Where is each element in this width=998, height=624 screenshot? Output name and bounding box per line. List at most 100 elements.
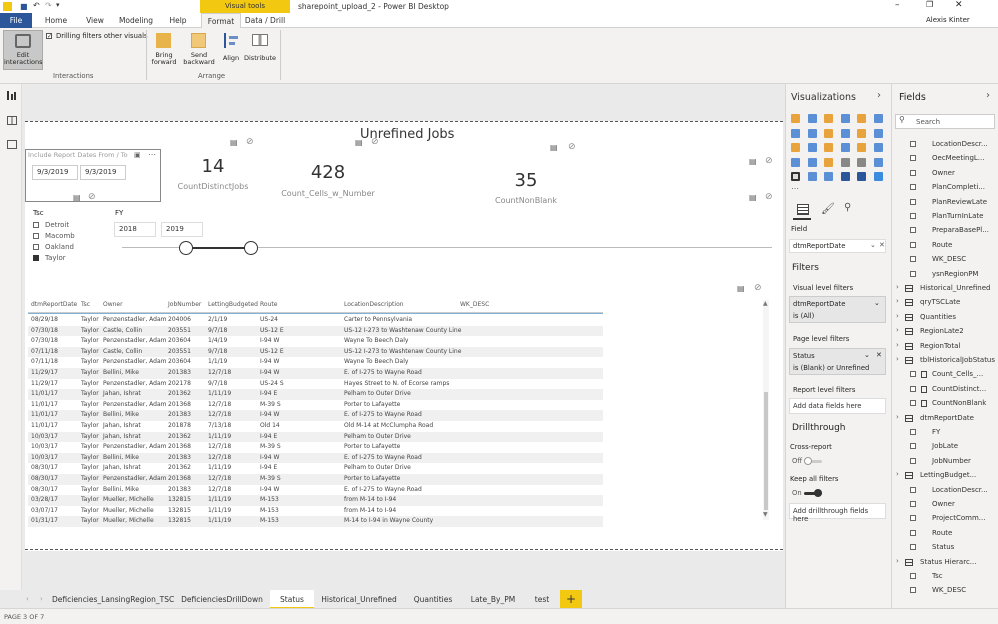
stacked-bar-icon[interactable] <box>791 114 800 123</box>
field-item[interactable]: Owner <box>892 498 997 512</box>
page-tab[interactable]: test <box>527 590 557 610</box>
multirow-card-icon[interactable] <box>840 157 850 167</box>
see-records-icon[interactable]: ▤ <box>355 138 363 147</box>
chevron-down-icon[interactable]: ⌄ <box>870 241 876 249</box>
see-records-icon[interactable]: ▤ <box>749 157 757 166</box>
more-visuals-icon[interactable]: ⋯ <box>791 184 799 193</box>
globe-icon[interactable] <box>873 172 883 181</box>
r-visual-icon[interactable] <box>840 172 850 181</box>
see-records-icon[interactable]: ▤ <box>749 193 757 202</box>
tab-file[interactable]: File <box>0 13 32 28</box>
scroll-up-icon[interactable]: ▲ <box>763 300 768 307</box>
100-bar-icon[interactable] <box>857 114 866 123</box>
cross-report-toggle[interactable] <box>804 457 822 465</box>
send-backward-button[interactable]: Send backward <box>182 31 216 69</box>
undo-icon[interactable]: ↶ <box>33 1 40 10</box>
drilling-filters-checkbox[interactable]: ✓ <box>46 33 52 40</box>
see-records-icon[interactable]: ▤ <box>73 193 81 202</box>
page-tab[interactable]: DeficienciesDrillDown <box>178 590 266 610</box>
table-row[interactable]: 08/30/17 Taylor Jahan, Ishrat 201362 1/11/19… <box>28 463 603 474</box>
column-header[interactable]: Route <box>260 301 277 308</box>
tsc-item-taylor[interactable]: Taylor <box>33 254 103 264</box>
map-icon[interactable] <box>873 143 883 152</box>
field-checkbox[interactable] <box>910 501 916 507</box>
table-row[interactable]: 08/30/17 Taylor Penzenstadler, Adam 201368 1… <box>28 474 603 485</box>
remove-field-icon[interactable]: ✕ <box>879 241 885 249</box>
chevron-down-icon[interactable]: ⌄ <box>864 351 870 359</box>
gauge-icon[interactable] <box>824 157 833 167</box>
expand-chevron-icon[interactable]: › <box>896 557 899 565</box>
align-button[interactable]: Align <box>219 31 243 69</box>
close-icon[interactable]: ✕ <box>955 0 963 10</box>
field-item[interactable]: Route <box>892 239 997 253</box>
fields-search[interactable]: ⚲ Search <box>895 114 995 129</box>
field-checkbox[interactable] <box>910 270 916 277</box>
field-checkbox[interactable] <box>910 515 916 522</box>
field-checkbox[interactable] <box>910 587 916 594</box>
field-checkbox[interactable] <box>910 241 916 248</box>
table-row[interactable]: 07/30/18 Taylor Castle, Collin 203551 9/7/18… <box>28 325 603 337</box>
none-filter-icon[interactable]: ⊘ <box>765 156 773 166</box>
page-tab[interactable]: Late_By_PM <box>463 590 523 610</box>
distribute-button[interactable]: Distribute <box>244 31 276 69</box>
field-item[interactable]: JobLate <box>892 440 997 454</box>
column-header[interactable]: Tsc <box>81 301 90 308</box>
expand-chevron-icon[interactable]: › <box>896 341 899 349</box>
column-header[interactable]: LocationDescription <box>344 301 404 308</box>
waterfall-chart-icon[interactable] <box>791 143 800 152</box>
field-checkbox[interactable] <box>910 141 916 147</box>
table-scrollbar[interactable]: ▲ ▼ <box>763 300 769 520</box>
field-item[interactable]: › tblHistoricalJobStatus <box>892 354 997 368</box>
keep-all-toggle[interactable] <box>804 489 822 497</box>
field-item[interactable]: LocationDescr... <box>892 138 997 152</box>
field-item[interactable]: Route <box>892 527 997 541</box>
table-row[interactable]: 10/03/17 Taylor Jahan, Ishrat 201362 1/11/19… <box>28 431 603 443</box>
tab-home[interactable]: Home <box>38 13 74 28</box>
fy-slider-handle-max[interactable] <box>244 241 258 255</box>
field-item[interactable]: Count_Cells_... <box>892 368 997 382</box>
field-item[interactable]: Tsc <box>892 570 997 584</box>
table-row[interactable]: 11/29/17 Taylor Bellini, Mike 201383 12/7/18… <box>28 368 603 379</box>
stacked-area-icon[interactable] <box>824 128 833 138</box>
redo-icon[interactable]: ↷ <box>45 1 52 10</box>
collapse-pane-icon[interactable]: › <box>877 90 881 101</box>
field-item[interactable]: › Status Hierarc... <box>892 556 997 570</box>
field-checkbox[interactable] <box>910 184 916 191</box>
expand-chevron-icon[interactable]: › <box>896 413 899 421</box>
clustered-column-icon[interactable] <box>840 114 850 123</box>
table-row[interactable]: 11/01/17 Taylor Bellini, Mike 201383 12/7/18… <box>28 410 603 421</box>
page-tab[interactable]: Deficiencies_LansingRegion_TSC <box>52 590 174 610</box>
edit-interactions-button[interactable]: Edit interactions <box>3 30 43 70</box>
filled-map-icon[interactable] <box>791 157 800 167</box>
ribbon-chart-icon[interactable] <box>873 128 883 138</box>
report-view-icon[interactable] <box>7 91 16 100</box>
expand-chevron-icon[interactable]: › <box>896 355 899 363</box>
field-item[interactable]: › qryTSCLate <box>892 296 997 310</box>
field-item[interactable]: CountDistinct... <box>892 383 997 397</box>
field-checkbox[interactable] <box>910 371 916 378</box>
model-view-icon[interactable] <box>7 140 17 149</box>
none-filter-icon[interactable]: ⊘ <box>246 137 254 147</box>
none-filter-icon[interactable]: ⊘ <box>568 142 576 152</box>
column-header[interactable]: JobNumber <box>168 301 201 308</box>
date-from-input[interactable]: 9/3/2019 <box>32 165 78 180</box>
field-item[interactable]: PlanCompleti... <box>892 181 997 195</box>
page-tab[interactable]: Quantities <box>407 590 459 610</box>
field-checkbox[interactable] <box>910 256 916 263</box>
donut-chart-icon[interactable] <box>840 143 850 152</box>
column-header[interactable]: dtmReportDate <box>31 301 77 308</box>
fy-from-input[interactable]: 2018 <box>114 222 156 237</box>
add-data-fields-drop[interactable]: Add data fields here <box>789 398 886 414</box>
table-row[interactable]: 03/07/17 Taylor Mueller, Michelle 132815 1/1… <box>28 505 603 517</box>
field-checkbox[interactable] <box>910 198 916 205</box>
page-level-filter-card[interactable]: Status ⌄ ✕ is (Blank) or Unrefined <box>789 348 886 375</box>
field-checkbox[interactable] <box>910 213 916 219</box>
none-filter-icon[interactable]: ⊘ <box>88 192 96 202</box>
matrix-icon[interactable] <box>824 172 833 181</box>
remove-filter-icon[interactable]: ✕ <box>876 351 882 359</box>
funnel-icon[interactable] <box>807 157 817 167</box>
table-row[interactable]: 07/11/18 Taylor Penzenstadler, Adam 203604 1… <box>28 357 603 368</box>
pie-chart-icon[interactable] <box>824 143 833 152</box>
add-page-button[interactable]: + <box>560 590 582 610</box>
kpi-icon[interactable] <box>873 157 883 167</box>
